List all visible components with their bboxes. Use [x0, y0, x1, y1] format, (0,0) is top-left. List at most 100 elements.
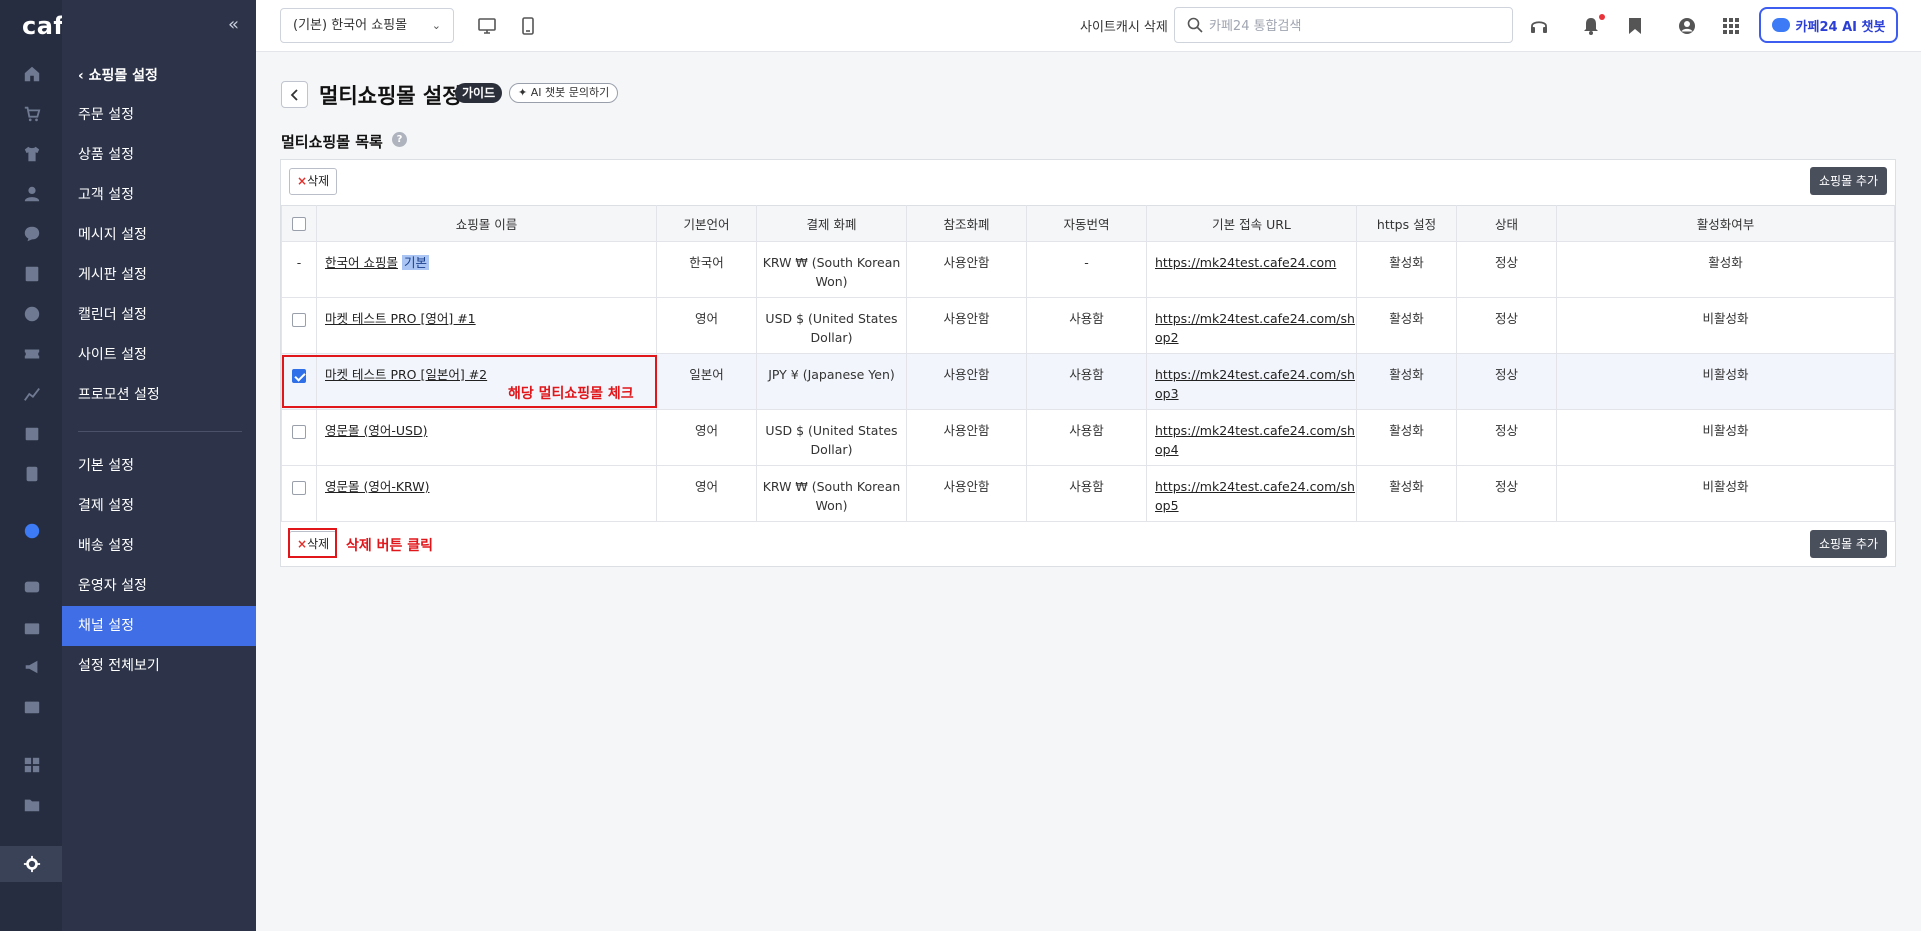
ref-currency-cell: 사용안함 — [906, 409, 1027, 466]
url-cell: https://mk24test.cafe24.com/shop5 — [1146, 465, 1357, 522]
bookmark-icon[interactable] — [1624, 15, 1646, 37]
table-row: 영문몰 (영어-USD) 영어 USD $ (United States Dol… — [281, 409, 1895, 466]
row-checkbox-cell[interactable] — [281, 297, 317, 354]
header-auto-translate: 자동번역 — [1026, 205, 1147, 242]
menu-item-order[interactable]: 주문 설정 — [62, 95, 256, 135]
shop-url-link[interactable]: https://mk24test.cafe24.com/shop4 — [1155, 423, 1355, 457]
menu-item-view-all[interactable]: 설정 전체보기 — [62, 646, 256, 686]
mobile-view-icon[interactable] — [517, 15, 539, 37]
ref-currency-cell: 사용안함 — [906, 297, 1027, 354]
language-cell: 영어 — [656, 409, 757, 466]
delete-label: 삭제 — [307, 174, 330, 188]
menu-item-board[interactable]: 게시판 설정 — [62, 255, 256, 295]
mobile-icon[interactable] — [22, 464, 42, 484]
chart-icon[interactable] — [22, 424, 42, 444]
collapse-sidebar-icon[interactable]: « — [228, 14, 239, 35]
menu-item-product[interactable]: 상품 설정 — [62, 135, 256, 175]
tshirt-icon[interactable] — [22, 144, 42, 164]
gear-icon[interactable] — [22, 854, 42, 874]
shop-url-link[interactable]: https://mk24test.cafe24.com — [1155, 255, 1336, 270]
status-cell: 정상 — [1456, 297, 1557, 354]
shop-url-link[interactable]: https://mk24test.cafe24.com/shop3 — [1155, 367, 1355, 401]
menu-item-payment[interactable]: 결제 설정 — [62, 486, 256, 526]
delete-button-top[interactable]: ×삭제 — [289, 168, 338, 195]
header-url: 기본 접속 URL — [1146, 205, 1357, 242]
cart-icon[interactable] — [22, 104, 42, 124]
menu-item-promotion[interactable]: 프로모션 설정 — [62, 375, 256, 415]
shop-select-dropdown[interactable]: (기본) 한국어 쇼핑몰 ⌄ — [280, 8, 454, 43]
row-checkbox-cell[interactable] — [281, 409, 317, 466]
badge-icon[interactable] — [22, 521, 42, 541]
shop-name-link[interactable]: 영문몰 (영어-KRW) — [325, 479, 429, 494]
shop-name-cell: 영문몰 (영어-USD) — [316, 409, 657, 466]
header-select-all[interactable] — [281, 205, 317, 242]
shop-name-link[interactable]: 한국어 쇼핑몰 — [325, 255, 398, 270]
auto-translate-cell: 사용함 — [1026, 353, 1147, 410]
guide-badge[interactable]: 가이드 — [455, 83, 503, 103]
menu-item-basic[interactable]: 기본 설정 — [62, 446, 256, 486]
delete-annotation: 삭제 버튼 클릭 — [346, 538, 434, 554]
global-search[interactable] — [1174, 7, 1513, 43]
megaphone-icon[interactable] — [22, 657, 42, 677]
row-checkbox-cell[interactable] — [281, 465, 317, 522]
desktop-icon[interactable] — [476, 15, 498, 37]
language-cell: 한국어 — [656, 241, 757, 298]
status-cell: 정상 — [1456, 353, 1557, 410]
palette-icon[interactable] — [22, 304, 42, 324]
menu-item-shipping[interactable]: 배송 설정 — [62, 526, 256, 566]
row-no-checkbox: - — [281, 241, 317, 298]
select-all-checkbox[interactable] — [292, 217, 306, 232]
header-https: https 설정 — [1356, 205, 1457, 242]
status-cell: 정상 — [1456, 241, 1557, 298]
row-checkbox[interactable] — [292, 424, 306, 439]
ai-chatbot-button[interactable]: 카페24 AI 챗봇 — [1759, 7, 1898, 43]
board-icon[interactable] — [22, 264, 42, 284]
menu-item-site[interactable]: 사이트 설정 — [62, 335, 256, 375]
shop-url-link[interactable]: https://mk24test.cafe24.com/shop2 — [1155, 311, 1355, 345]
status-cell: 정상 — [1456, 409, 1557, 466]
chatbot-icon — [1771, 18, 1790, 32]
check-annotation: 해당 멀티쇼핑몰 체크 — [508, 386, 634, 402]
currency-cell: USD $ (United States Dollar) — [756, 297, 907, 354]
menu-item-channel[interactable]: 채널 설정 — [62, 606, 256, 646]
search-input[interactable] — [1209, 16, 1499, 36]
row-checkbox[interactable] — [292, 312, 306, 327]
apps-add-icon[interactable] — [22, 755, 42, 775]
site-cache-delete-link[interactable]: 사이트캐시 삭제 — [1080, 16, 1168, 35]
folder-add-icon[interactable] — [22, 795, 42, 815]
add-shop-button-bottom[interactable]: 쇼핑몰 추가 — [1809, 530, 1887, 558]
menu-item-calendar[interactable]: 캘린더 설정 — [62, 295, 256, 335]
shop-add-icon[interactable] — [22, 697, 42, 717]
https-cell: 활성화 — [1356, 241, 1457, 298]
back-to-shop-settings[interactable]: ‹ 쇼핑몰 설정 — [78, 65, 158, 85]
ai-inquiry-link[interactable]: ✦ AI 챗봇 문의하기 — [509, 83, 619, 103]
menu-item-customer[interactable]: 고객 설정 — [62, 175, 256, 215]
auto-translate-cell: - — [1026, 241, 1147, 298]
user-icon[interactable] — [22, 184, 42, 204]
store-icon[interactable] — [22, 617, 42, 637]
shop-url-link[interactable]: https://mk24test.cafe24.com/shop5 — [1155, 479, 1355, 513]
back-button[interactable] — [281, 81, 308, 108]
account-icon[interactable] — [1676, 15, 1698, 37]
ticket-icon[interactable] — [22, 344, 42, 364]
chevron-left-icon: ‹ — [78, 68, 84, 84]
language-cell: 영어 — [656, 297, 757, 354]
table-row: - 한국어 쇼핑몰 기본 한국어 KRW ₩ (South Korean Won… — [281, 241, 1895, 298]
chat-icon[interactable] — [22, 224, 42, 244]
ref-currency-cell: 사용안함 — [906, 353, 1027, 410]
add-shop-button-top[interactable]: 쇼핑몰 추가 — [1809, 167, 1887, 195]
ai-chatbot-label: 카페24 AI 챗봇 — [1795, 19, 1886, 35]
shop-name-link[interactable]: 영문몰 (영어-USD) — [325, 423, 427, 438]
shop-name-link[interactable]: 마켓 테스트 PRO [영어] #1 — [325, 311, 476, 326]
help-icon[interactable]: ? — [392, 132, 407, 147]
stats-icon[interactable] — [22, 384, 42, 404]
apps-grid-icon[interactable] — [1720, 15, 1742, 37]
auto-translate-cell: 사용함 — [1026, 297, 1147, 354]
headset-icon[interactable] — [1528, 15, 1550, 37]
menu-item-message[interactable]: 메시지 설정 — [62, 215, 256, 255]
video-icon[interactable] — [22, 577, 42, 597]
auto-translate-cell: 사용함 — [1026, 409, 1147, 466]
home-icon[interactable] — [22, 64, 42, 84]
row-checkbox[interactable] — [292, 480, 306, 495]
menu-item-operator[interactable]: 운영자 설정 — [62, 566, 256, 606]
